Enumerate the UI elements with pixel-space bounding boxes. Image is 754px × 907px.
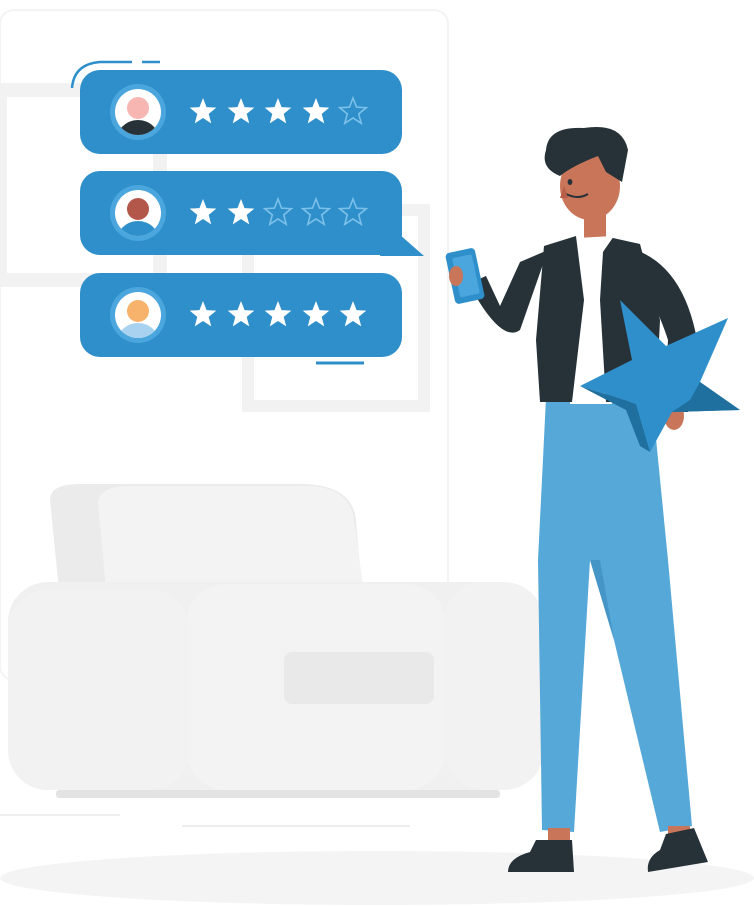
- star-icon-empty: [337, 196, 369, 227]
- avatar-head: [127, 300, 149, 322]
- star-icon-filled: [189, 301, 217, 327]
- star-icon-empty: [337, 95, 369, 126]
- avatar-body: [116, 120, 160, 135]
- floor-shadow: [0, 851, 754, 905]
- review-card-1: [80, 70, 402, 154]
- star-icon-filled: [302, 98, 329, 124]
- star-icon-filled: [227, 199, 254, 225]
- star-icon-filled: [189, 98, 217, 124]
- star-icon-filled: [264, 98, 292, 124]
- avatar-head: [127, 198, 149, 220]
- star-icon-empty: [262, 196, 294, 227]
- user-avatar-orange: [110, 287, 166, 343]
- star-icon-filled: [264, 301, 292, 327]
- review-card-3: [80, 273, 402, 357]
- avatar-body: [116, 221, 160, 236]
- star-icon-filled: [227, 301, 254, 327]
- couch-illustration: [0, 484, 544, 827]
- review-card-2: [80, 171, 402, 255]
- star-icon-empty: [300, 196, 331, 227]
- avatar-head: [127, 97, 149, 119]
- star-icon-filled: [189, 199, 217, 225]
- star-icon-filled: [302, 301, 329, 327]
- star-icon-filled: [339, 301, 367, 327]
- user-avatar-brown: [110, 185, 166, 241]
- star-icon-filled: [227, 98, 254, 124]
- avatar-body: [116, 323, 160, 338]
- user-avatar-pink: [110, 84, 166, 140]
